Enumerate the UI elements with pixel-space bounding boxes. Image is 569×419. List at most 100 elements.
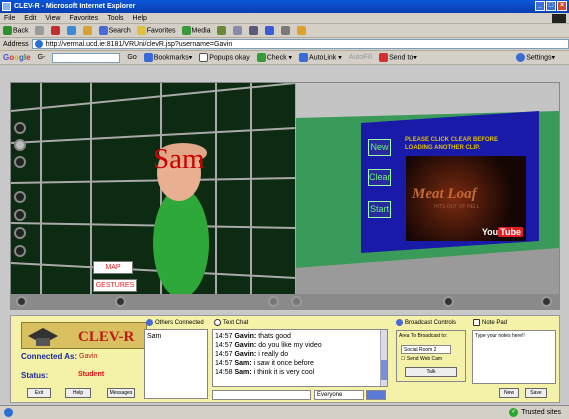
media-button[interactable]: Media: [181, 26, 211, 35]
checkmark-icon: ✓: [509, 408, 519, 417]
nav-control-rotate-icon[interactable]: [14, 191, 26, 203]
page-status-icon: [4, 408, 13, 417]
help-button[interactable]: Help: [65, 388, 91, 398]
virtual-world-view[interactable]: Sam MAP GESTURES New Clear Start PLEASE …: [10, 82, 560, 295]
check-button[interactable]: Check ▾: [256, 53, 292, 62]
print-icon[interactable]: [248, 26, 258, 35]
room-select[interactable]: Social Room 2: [401, 345, 451, 354]
favorites-button[interactable]: Favorites: [136, 26, 176, 35]
list-item[interactable]: Sam: [145, 330, 207, 343]
notepad-textarea[interactable]: Type your notes here!!: [472, 330, 556, 384]
edit-icon[interactable]: [264, 26, 274, 35]
chat-message: 14:57 Sam: i saw it once before: [215, 360, 314, 367]
google-g-dropdown[interactable]: G-: [38, 54, 46, 61]
window-title: CLEV-R - Microsoft Internet Explorer: [14, 3, 136, 10]
autolink-button[interactable]: AutoLink ▾: [299, 53, 342, 62]
stop-icon[interactable]: [50, 26, 60, 35]
discuss-icon[interactable]: [280, 26, 290, 35]
back-button[interactable]: Back: [3, 26, 29, 35]
examine-control-icon[interactable]: [443, 296, 454, 307]
menu-help[interactable]: Help: [133, 15, 147, 22]
chat-scrollbar[interactable]: [380, 330, 387, 386]
note-save-button[interactable]: Save: [525, 388, 547, 398]
close-button[interactable]: ×: [557, 1, 567, 11]
video-title: Meat Loaf: [412, 186, 477, 202]
media-icon: [181, 26, 191, 35]
search-button[interactable]: Search: [98, 26, 131, 35]
popup-blocker-icon: [199, 53, 209, 62]
minimize-button[interactable]: _: [535, 1, 545, 11]
address-input[interactable]: http://vermal.ucd.ie:8181/VRUni/clevR.js…: [31, 39, 569, 49]
mortarboard-icon: [28, 328, 58, 346]
forward-arrow-icon[interactable]: [34, 26, 44, 35]
settings-button[interactable]: Settings▾: [516, 53, 555, 62]
home-icon[interactable]: [82, 26, 92, 35]
others-connected-list[interactable]: Sam: [144, 329, 208, 399]
fly-control-icon[interactable]: [115, 296, 126, 307]
google-toolbar: Google G- Go Bookmarks▾ Popups okay Chec…: [0, 51, 569, 65]
chat-input[interactable]: [212, 390, 311, 400]
chat-message: 14:58 Sam: i think it is very cool: [215, 369, 315, 376]
turn-left-icon[interactable]: [268, 296, 279, 307]
status-bar: ✓ Trusted sites: [0, 405, 569, 419]
messenger-icon[interactable]: [296, 26, 306, 35]
send-chat-button[interactable]: [366, 390, 386, 400]
messages-button[interactable]: Messages: [107, 388, 135, 398]
chat-bubble-icon: [214, 319, 221, 326]
autofill-button[interactable]: AutoFill: [349, 54, 372, 61]
ie-page-icon: [34, 40, 43, 48]
menu-bar: File Edit View Favorites Tools Help: [0, 13, 569, 24]
star-icon: [136, 26, 146, 35]
popups-button[interactable]: Popups okay: [199, 53, 250, 62]
address-label: Address: [3, 40, 29, 48]
others-connected-header: Others Connected: [146, 319, 204, 326]
refresh-icon[interactable]: [66, 26, 76, 35]
fullscreen-control-icon[interactable]: [541, 296, 552, 307]
history-icon[interactable]: [216, 26, 226, 35]
status-label: Status:: [21, 371, 49, 380]
chat-recipient-select[interactable]: Everyone: [314, 390, 364, 400]
talk-button[interactable]: Talk: [405, 367, 457, 377]
clear-video-button[interactable]: Clear: [368, 169, 391, 186]
nav-control-look-icon[interactable]: [14, 209, 26, 221]
nav-control-pan-icon[interactable]: [14, 227, 26, 239]
nav-control-up-icon[interactable]: [14, 122, 26, 134]
menu-tools[interactable]: Tools: [107, 15, 123, 22]
turn-right-icon[interactable]: [291, 296, 302, 307]
windows-logo-icon: [552, 14, 566, 23]
menu-favorites[interactable]: Favorites: [69, 15, 98, 22]
map-button[interactable]: MAP: [93, 261, 133, 274]
window-titlebar: CLEV-R - Microsoft Internet Explorer _ □…: [0, 0, 569, 13]
exit-button[interactable]: Exit: [27, 388, 51, 398]
chat-history[interactable]: 14:57 Gavin: thats good 14:57 Gavin: do …: [212, 329, 388, 387]
status-value: Student: [78, 371, 105, 378]
navigation-control-bar: [10, 294, 560, 310]
send-webcam-checkbox[interactable]: ☐ Send Web Cam: [401, 356, 442, 362]
nav-control-settings-icon[interactable]: [14, 245, 26, 257]
bookmark-star-icon: [143, 53, 153, 62]
menu-edit[interactable]: Edit: [24, 15, 36, 22]
note-pad-header: Note Pad: [473, 319, 507, 326]
new-video-button[interactable]: New: [368, 139, 391, 156]
bookmarks-button[interactable]: Bookmarks▾: [143, 53, 192, 62]
sendto-button[interactable]: Send to▾: [379, 53, 417, 62]
nav-control-toggle-icon[interactable]: [14, 139, 26, 151]
mail-icon[interactable]: [232, 26, 242, 35]
chat-scroll-thumb[interactable]: [381, 360, 387, 380]
back-arrow-icon: [3, 26, 12, 35]
google-logo: Google: [3, 53, 31, 62]
video-screen[interactable]: Meat Loaf HITS OUT OF HELL You Tube: [406, 156, 526, 241]
spellcheck-icon: [256, 53, 266, 62]
gestures-button[interactable]: GESTURES: [93, 279, 137, 292]
go-button[interactable]: Go: [127, 54, 136, 61]
google-search-input[interactable]: [52, 52, 121, 63]
menu-file[interactable]: File: [4, 15, 15, 22]
walk-control-icon[interactable]: [16, 296, 27, 307]
menu-view[interactable]: View: [45, 15, 60, 22]
notepad-icon: [473, 319, 480, 326]
maximize-button[interactable]: □: [546, 1, 556, 11]
note-new-button[interactable]: New: [499, 388, 519, 398]
nav-control-zoom-icon[interactable]: [14, 156, 26, 168]
start-video-button[interactable]: Start: [368, 201, 391, 218]
applet-area: Sam MAP GESTURES New Clear Start PLEASE …: [0, 65, 569, 405]
